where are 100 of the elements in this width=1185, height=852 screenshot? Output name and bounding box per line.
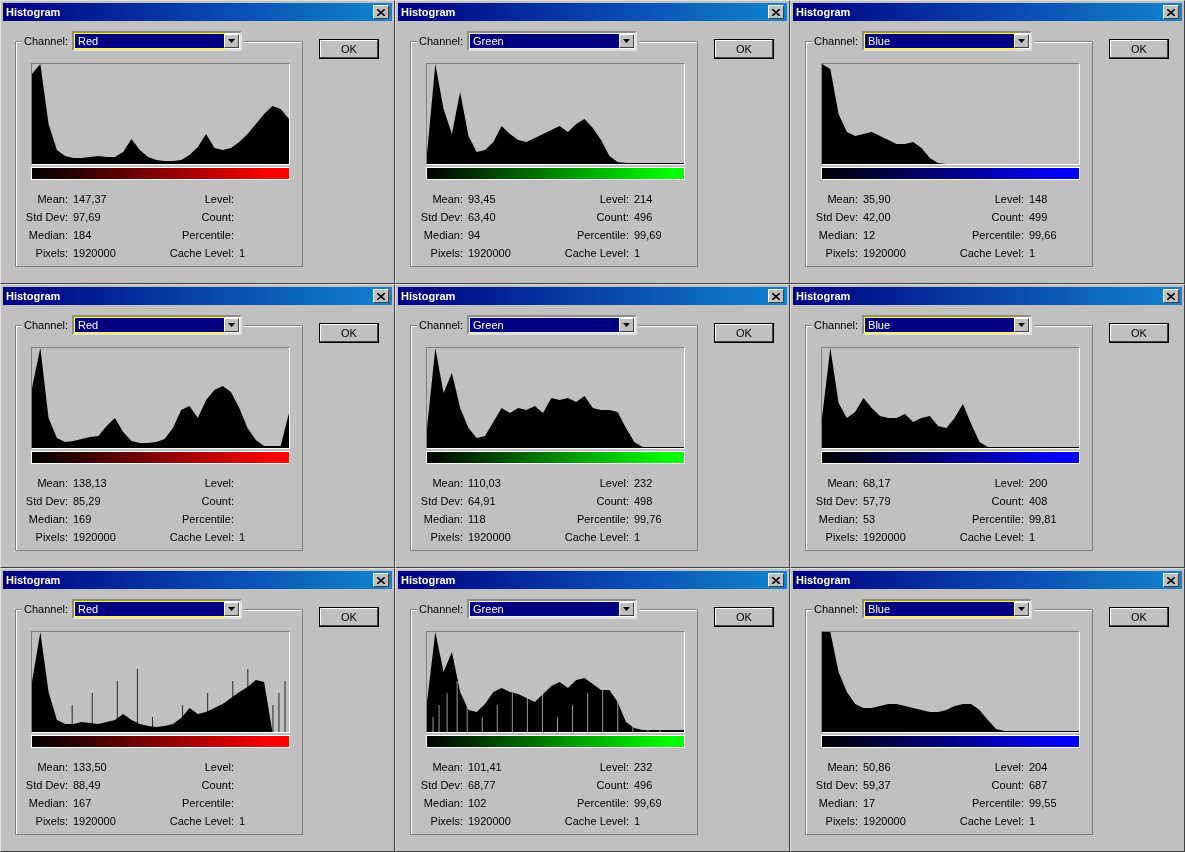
ok-button[interactable]: OK xyxy=(319,323,379,343)
stat-label: Std Dev: xyxy=(24,779,68,791)
caret-icon xyxy=(623,39,631,43)
ok-button[interactable]: OK xyxy=(714,39,774,59)
stat-value: 99,66 xyxy=(1029,229,1058,241)
stat-value: 1 xyxy=(239,247,247,259)
stat-label: Percentile: xyxy=(576,797,629,809)
stat-value: 68,17 xyxy=(863,477,892,489)
stat-label: Median: xyxy=(422,229,463,241)
close-button[interactable] xyxy=(768,573,784,587)
stat-value: 94 xyxy=(468,229,482,241)
close-button[interactable] xyxy=(768,5,784,19)
stat-value: 133,50 xyxy=(73,761,108,773)
stat-label: Count: xyxy=(200,211,234,223)
ok-button[interactable]: OK xyxy=(1109,607,1169,627)
caret-icon xyxy=(228,323,236,327)
stat-value: 499 xyxy=(1029,211,1049,223)
stat-value: 99,81 xyxy=(1029,513,1058,525)
stat-value: 169 xyxy=(73,513,93,525)
stat-label: Std Dev: xyxy=(24,495,68,507)
stat-value: 17 xyxy=(863,797,877,809)
ok-button[interactable]: OK xyxy=(319,607,379,627)
channel-dropdown[interactable]: Blue xyxy=(862,315,1033,335)
close-button[interactable] xyxy=(373,289,389,303)
window-title: Histogram xyxy=(401,6,456,18)
stat-label: Cache Level: xyxy=(958,815,1024,827)
window-title: Histogram xyxy=(401,574,456,586)
channel-dropdown[interactable]: Red xyxy=(72,31,243,51)
caret-icon xyxy=(1018,607,1026,611)
channel-dropdown[interactable]: Green xyxy=(467,315,638,335)
stat-label: Median: xyxy=(422,797,463,809)
stat-label: Mean: xyxy=(36,477,68,489)
stat-value: 110,03 xyxy=(468,477,502,489)
stat-label: Pixels: xyxy=(429,531,463,543)
stat-value: 1 xyxy=(239,815,247,827)
stat-label: Pixels: xyxy=(824,247,858,259)
channel-label: Channel: xyxy=(814,35,859,47)
close-button[interactable] xyxy=(373,573,389,587)
close-icon xyxy=(377,292,385,300)
channel-dropdown[interactable]: Blue xyxy=(862,599,1033,619)
stat-label: Median: xyxy=(817,797,858,809)
stat-label: Level: xyxy=(993,761,1024,773)
stat-value: 53 xyxy=(863,513,877,525)
stat-label: Pixels: xyxy=(824,815,858,827)
stat-label: Median: xyxy=(817,229,858,241)
channel-dropdown[interactable]: Red xyxy=(72,599,243,619)
stat-label: Std Dev: xyxy=(419,779,463,791)
stat-value: 42,00 xyxy=(863,211,892,223)
close-icon xyxy=(1167,576,1175,584)
channel-label: Channel: xyxy=(419,35,464,47)
stat-label: Level: xyxy=(993,477,1024,489)
stat-value: 1920000 xyxy=(863,815,907,827)
stat-value: 88,49 xyxy=(73,779,102,791)
ok-button[interactable]: OK xyxy=(1109,39,1169,59)
stat-label: Mean: xyxy=(826,477,858,489)
stat-value: 1 xyxy=(634,531,642,543)
window-title: Histogram xyxy=(796,6,851,18)
stat-label: Cache Level: xyxy=(958,247,1024,259)
stat-label: Cache Level: xyxy=(958,531,1024,543)
stat-value: 1 xyxy=(1029,247,1037,259)
close-button[interactable] xyxy=(373,5,389,19)
stat-label: Cache Level: xyxy=(563,815,629,827)
close-icon xyxy=(772,292,780,300)
stat-value: 97,69 xyxy=(73,211,102,223)
close-button[interactable] xyxy=(1163,289,1179,303)
channel-dropdown[interactable]: Green xyxy=(467,599,638,619)
close-button[interactable] xyxy=(768,289,784,303)
ok-button[interactable]: OK xyxy=(319,39,379,59)
stat-label: Count: xyxy=(200,779,234,791)
stat-label: Percentile: xyxy=(971,797,1024,809)
stat-value: 232 xyxy=(634,477,654,489)
stat-value: 184 xyxy=(73,229,93,241)
stat-value: 68,77 xyxy=(468,779,497,791)
caret-icon xyxy=(1018,39,1026,43)
stat-value: 1920000 xyxy=(468,531,512,543)
stat-value: 1 xyxy=(1029,815,1037,827)
stat-value: 85,29 xyxy=(73,495,102,507)
ok-button[interactable]: OK xyxy=(1109,323,1169,343)
ok-button[interactable]: OK xyxy=(714,323,774,343)
stat-label: Count: xyxy=(990,211,1024,223)
stat-label: Level: xyxy=(598,193,629,205)
channel-dropdown[interactable]: Blue xyxy=(862,31,1033,51)
stat-value: 1 xyxy=(239,531,247,543)
stat-label: Mean: xyxy=(431,761,463,773)
stat-label: Mean: xyxy=(826,761,858,773)
channel-dropdown[interactable]: Red xyxy=(72,315,243,335)
stat-value: 138,13 xyxy=(73,477,108,489)
ok-button[interactable]: OK xyxy=(714,607,774,627)
stat-label: Percentile: xyxy=(181,229,234,241)
close-button[interactable] xyxy=(1163,5,1179,19)
stat-value: 50,86 xyxy=(863,761,892,773)
stat-value: 200 xyxy=(1029,477,1049,489)
channel-label: Channel: xyxy=(24,319,69,331)
stat-label: Std Dev: xyxy=(419,211,463,223)
close-button[interactable] xyxy=(1163,573,1179,587)
channel-label: Channel: xyxy=(24,35,69,47)
stat-label: Cache Level: xyxy=(168,247,234,259)
channel-dropdown[interactable]: Green xyxy=(467,31,638,51)
stat-value: 214 xyxy=(634,193,654,205)
stat-label: Median: xyxy=(817,513,858,525)
